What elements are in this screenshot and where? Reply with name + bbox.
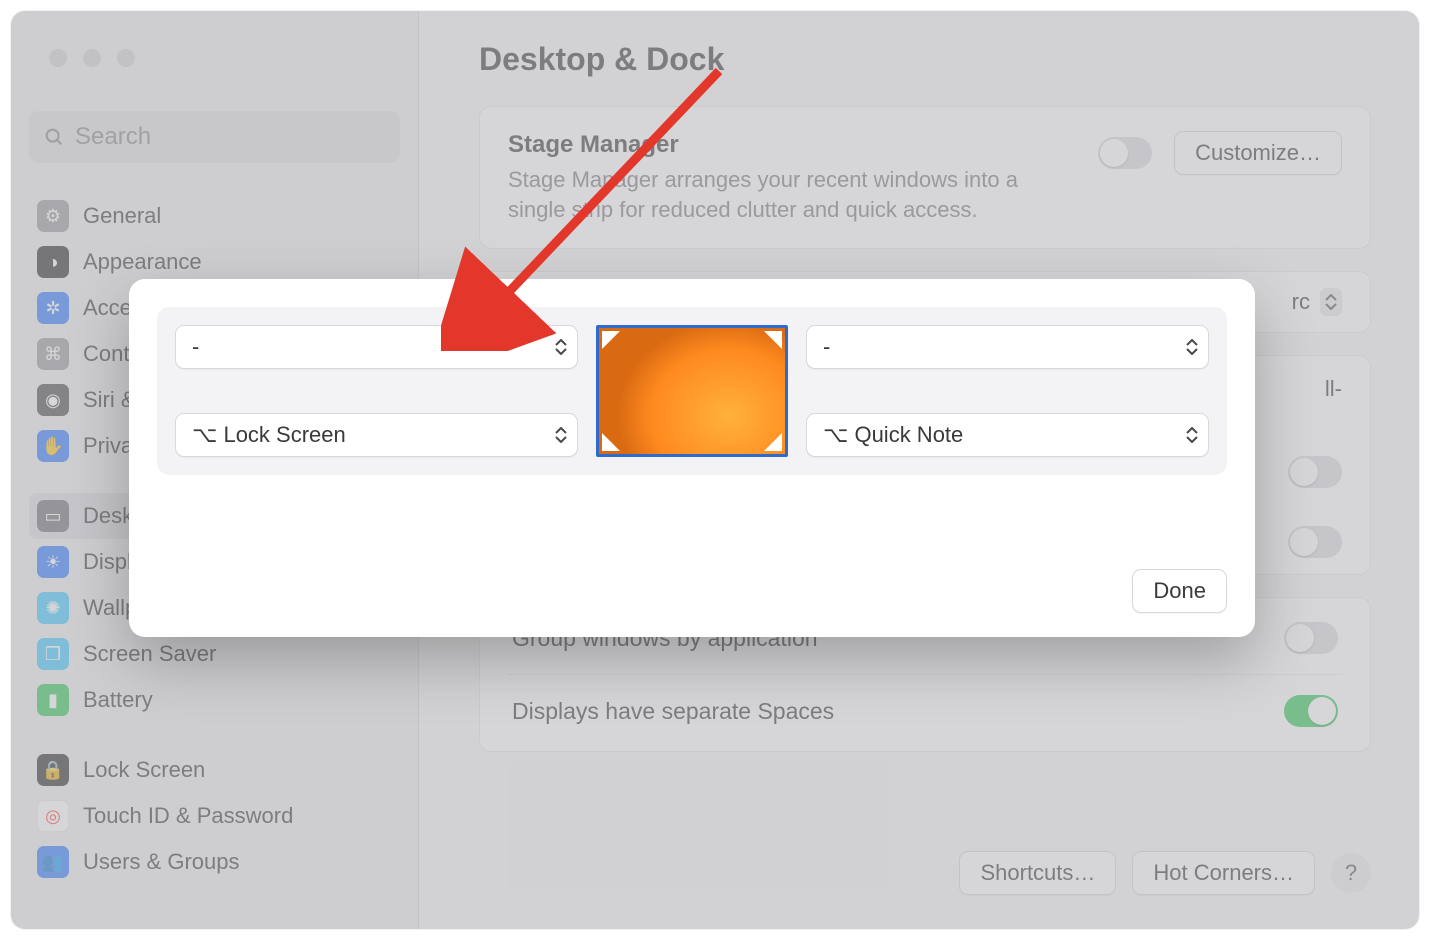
corner-indicator-bottom-left-icon [602, 433, 620, 451]
stepper-icon [1186, 339, 1198, 355]
top-left-corner-value: - [192, 334, 199, 360]
top-left-corner-dropdown[interactable]: - [175, 325, 578, 369]
screen-preview-thumbnail [596, 325, 788, 457]
stepper-icon [555, 427, 567, 443]
corner-indicator-top-right-icon [764, 331, 782, 349]
corner-indicator-top-left-icon [602, 331, 620, 349]
corner-indicator-bottom-right-icon [764, 433, 782, 451]
bottom-left-corner-dropdown[interactable]: ⌥ Lock Screen [175, 413, 578, 457]
top-right-corner-dropdown[interactable]: - [806, 325, 1209, 369]
hot-corners-grid: - - ⌥ Lock Screen [157, 307, 1227, 475]
bottom-right-corner-value: ⌥ Quick Note [823, 422, 963, 448]
done-button[interactable]: Done [1132, 569, 1227, 613]
stepper-icon [555, 339, 567, 355]
bottom-right-corner-dropdown[interactable]: ⌥ Quick Note [806, 413, 1209, 457]
system-settings-window: Search ⚙︎General◑Appearance✲Accessibilit… [11, 11, 1419, 929]
stepper-icon [1186, 427, 1198, 443]
bottom-left-corner-value: ⌥ Lock Screen [192, 422, 346, 448]
hot-corners-modal: - - ⌥ Lock Screen [129, 279, 1255, 637]
top-right-corner-value: - [823, 334, 830, 360]
